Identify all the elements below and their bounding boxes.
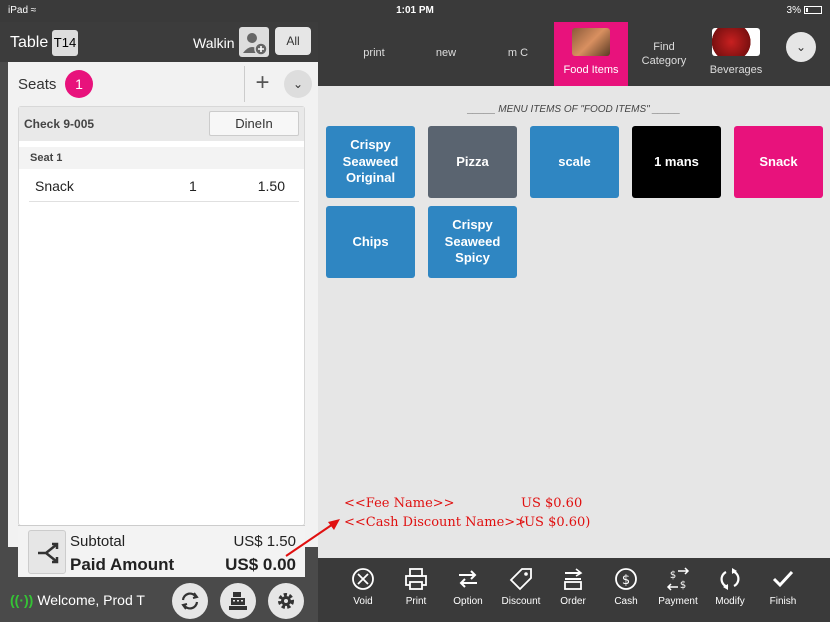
tab-beverages[interactable]: Beverages — [706, 22, 766, 86]
sync-icon — [181, 592, 199, 610]
menu-area: _____ MENU ITEMS OF "FOOD ITEMS" _____ C… — [318, 86, 830, 558]
clock: 1:01 PM — [396, 5, 434, 16]
food-items-thumbnail — [572, 28, 610, 56]
table-number-button[interactable]: T14 — [52, 30, 78, 56]
item-price: 1.50 — [257, 178, 285, 194]
dollar-icon: $ — [615, 568, 637, 590]
menu-item-scale[interactable]: scale — [530, 126, 619, 198]
seat-header[interactable]: Seat 1 — [19, 147, 304, 169]
swap-icon — [459, 570, 477, 588]
menu-item-1-mans[interactable]: 1 mans — [632, 126, 721, 198]
fee-value-annotation: US $0.60 — [521, 496, 583, 511]
subtotal-label: Subtotal — [70, 533, 126, 550]
more-categories-button[interactable]: ⌄ — [786, 32, 816, 62]
order-button[interactable]: Order — [547, 558, 599, 622]
chevron-down-icon: ⌄ — [795, 40, 807, 54]
tab-mc[interactable]: m C — [492, 22, 544, 86]
cash-drawer-button[interactable] — [220, 583, 256, 619]
annotation-arrow — [285, 519, 340, 557]
void-icon — [352, 568, 374, 590]
menu-item-pizza[interactable]: Pizza — [428, 126, 517, 198]
tab-food-items[interactable]: Food Items — [554, 22, 628, 86]
order-item-row[interactable]: Snack 1 1.50 — [29, 170, 299, 202]
split-check-button[interactable] — [28, 530, 66, 574]
settings-button[interactable] — [268, 583, 304, 619]
seat-expand-button[interactable]: ⌄ — [284, 70, 312, 98]
action-bar: Void Print Option Discount Order $ Cash … — [318, 558, 830, 622]
check-title: Check 9-005 — [24, 117, 95, 131]
plus-icon: + — [255, 69, 270, 96]
cash-button[interactable]: $ Cash — [600, 558, 652, 622]
check-icon — [772, 570, 794, 588]
welcome-message: ((·)) Welcome, Prod T — [10, 592, 145, 608]
tab-print[interactable]: print — [348, 22, 400, 86]
tag-icon — [509, 568, 532, 591]
modify-button[interactable]: Modify — [704, 558, 756, 622]
svg-text:$: $ — [680, 580, 686, 591]
finish-button[interactable]: Finish — [757, 558, 809, 622]
menu-item-snack[interactable]: Snack — [734, 126, 823, 198]
tab-new[interactable]: new — [420, 22, 472, 86]
item-name: Snack — [35, 178, 74, 194]
svg-text:$: $ — [670, 570, 676, 581]
payment-icon: $$ — [666, 567, 690, 591]
tab-find-category[interactable]: Find Category — [636, 22, 692, 86]
check-card: Check 9-005 DineIn Seat 1 Snack 1 1.50 — [18, 106, 305, 526]
add-seat-button[interactable]: + — [244, 66, 280, 102]
category-nav: print new m C Food Items Find Category B… — [318, 22, 830, 86]
battery-status: 3% — [787, 5, 822, 16]
seats-area: Seats 1 + ⌄ Check 9-005 DineIn Seat 1 Sn… — [8, 62, 318, 547]
dinein-button[interactable]: DineIn — [209, 111, 299, 136]
check-header: Check 9-005 DineIn — [19, 107, 304, 141]
option-button[interactable]: Option — [442, 558, 494, 622]
payment-button[interactable]: $ $ Payment — [652, 558, 704, 622]
sync-button[interactable] — [172, 583, 208, 619]
void-button[interactable]: Void — [337, 558, 389, 622]
order-icon — [564, 568, 583, 590]
menu-item-chips[interactable]: Chips — [326, 206, 415, 278]
add-customer-button[interactable] — [239, 27, 269, 57]
item-qty: 1 — [189, 178, 197, 194]
menu-item-crispy-seaweed-original[interactable]: Crispy Seaweed Original — [326, 126, 415, 198]
refresh-icon — [720, 568, 740, 590]
cash-register-icon — [229, 592, 247, 610]
printer-icon — [405, 568, 427, 590]
chevron-down-icon: ⌄ — [292, 77, 304, 91]
signal-icon: ((·)) — [10, 592, 34, 608]
fee-name-annotation: <<Fee Name>> — [344, 496, 455, 511]
status-bar: iPad ≈ 1:01 PM 3% — [0, 0, 830, 22]
paid-amount-label: Paid Amount — [70, 555, 175, 574]
add-user-icon — [243, 33, 268, 56]
totals-panel: Subtotal US$ 1.50 Paid Amount US$ 0.00 — [18, 525, 305, 577]
svg-text:$: $ — [622, 573, 630, 588]
seats-count-badge[interactable]: 1 — [65, 70, 93, 98]
table-label: Table — [10, 34, 49, 51]
all-button[interactable]: All — [275, 27, 311, 55]
menu-title: _____ MENU ITEMS OF "FOOD ITEMS" _____ — [467, 104, 681, 115]
order-header: Table T14 Walkin All — [0, 22, 318, 62]
menu-item-crispy-seaweed-spicy[interactable]: Crispy Seaweed Spicy — [428, 206, 517, 278]
seats-label: Seats — [18, 76, 57, 93]
beverages-thumbnail — [712, 28, 760, 56]
print-button[interactable]: Print — [390, 558, 442, 622]
split-icon — [38, 542, 59, 564]
battery-icon — [804, 6, 822, 15]
gear-icon — [278, 593, 294, 609]
discount-name-annotation: <<Cash Discount Name>> — [344, 515, 527, 530]
customer-name: Walkin — [193, 35, 235, 51]
discount-button[interactable]: Discount — [495, 558, 547, 622]
discount-value-annotation: (US $0.60) — [519, 515, 591, 530]
